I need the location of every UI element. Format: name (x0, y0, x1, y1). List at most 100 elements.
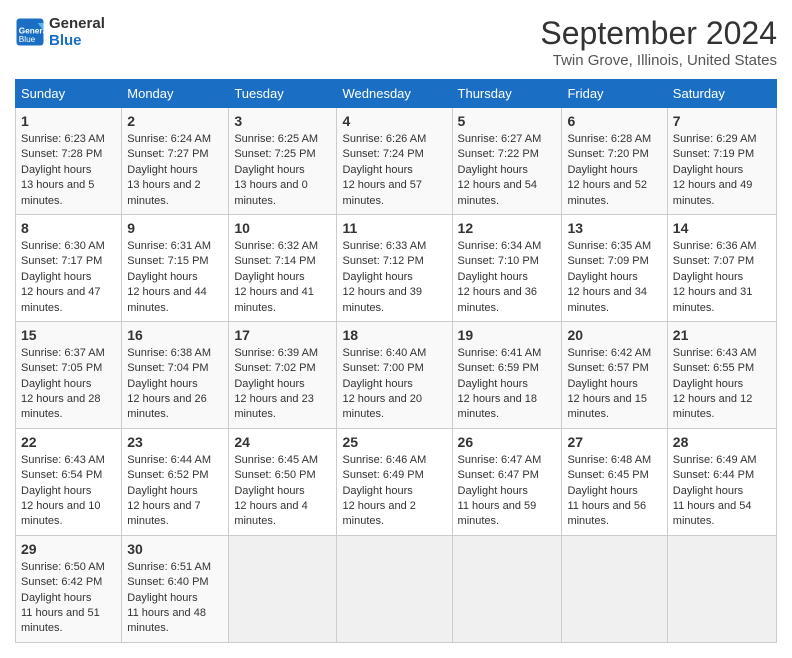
day-info: Sunrise: 6:36 AM Sunset: 7:07 PM Dayligh… (673, 239, 771, 316)
day-number: 4 (342, 113, 446, 129)
day-info: Sunrise: 6:44 AM Sunset: 6:52 PM Dayligh… (127, 453, 223, 530)
logo: General Blue General Blue (15, 15, 105, 49)
day-number: 20 (567, 327, 661, 343)
calendar-cell (337, 535, 452, 642)
day-info: Sunrise: 6:43 AM Sunset: 6:55 PM Dayligh… (673, 346, 771, 423)
day-number: 25 (342, 434, 446, 450)
day-number: 15 (21, 327, 116, 343)
weekday-header-monday: Monday (122, 80, 229, 108)
day-number: 11 (342, 220, 446, 236)
calendar-week-row: 8 Sunrise: 6:30 AM Sunset: 7:17 PM Dayli… (16, 214, 777, 321)
day-info: Sunrise: 6:47 AM Sunset: 6:47 PM Dayligh… (458, 453, 557, 530)
title-area: September 2024 Twin Grove, Illinois, Uni… (540, 15, 777, 69)
day-info: Sunrise: 6:38 AM Sunset: 7:04 PM Dayligh… (127, 346, 223, 423)
day-info: Sunrise: 6:29 AM Sunset: 7:19 PM Dayligh… (673, 132, 771, 209)
calendar-cell: 24 Sunrise: 6:45 AM Sunset: 6:50 PM Dayl… (229, 428, 337, 535)
calendar-cell: 17 Sunrise: 6:39 AM Sunset: 7:02 PM Dayl… (229, 321, 337, 428)
day-info: Sunrise: 6:50 AM Sunset: 6:42 PM Dayligh… (21, 560, 116, 637)
calendar-cell: 4 Sunrise: 6:26 AM Sunset: 7:24 PM Dayli… (337, 108, 452, 215)
calendar-week-row: 29 Sunrise: 6:50 AM Sunset: 6:42 PM Dayl… (16, 535, 777, 642)
day-number: 10 (234, 220, 331, 236)
page-title: September 2024 (540, 15, 777, 52)
calendar-cell: 27 Sunrise: 6:48 AM Sunset: 6:45 PM Dayl… (562, 428, 667, 535)
day-number: 3 (234, 113, 331, 129)
day-number: 23 (127, 434, 223, 450)
page-subtitle: Twin Grove, Illinois, United States (540, 52, 777, 69)
day-number: 22 (21, 434, 116, 450)
calendar-cell: 11 Sunrise: 6:33 AM Sunset: 7:12 PM Dayl… (337, 214, 452, 321)
day-number: 27 (567, 434, 661, 450)
calendar-week-row: 22 Sunrise: 6:43 AM Sunset: 6:54 PM Dayl… (16, 428, 777, 535)
calendar-cell: 21 Sunrise: 6:43 AM Sunset: 6:55 PM Dayl… (667, 321, 776, 428)
day-number: 26 (458, 434, 557, 450)
day-info: Sunrise: 6:30 AM Sunset: 7:17 PM Dayligh… (21, 239, 116, 316)
day-number: 8 (21, 220, 116, 236)
day-info: Sunrise: 6:34 AM Sunset: 7:10 PM Dayligh… (458, 239, 557, 316)
day-info: Sunrise: 6:23 AM Sunset: 7:28 PM Dayligh… (21, 132, 116, 209)
day-number: 19 (458, 327, 557, 343)
day-info: Sunrise: 6:46 AM Sunset: 6:49 PM Dayligh… (342, 453, 446, 530)
calendar-cell: 14 Sunrise: 6:36 AM Sunset: 7:07 PM Dayl… (667, 214, 776, 321)
day-info: Sunrise: 6:25 AM Sunset: 7:25 PM Dayligh… (234, 132, 331, 209)
day-number: 9 (127, 220, 223, 236)
day-number: 6 (567, 113, 661, 129)
calendar-cell: 10 Sunrise: 6:32 AM Sunset: 7:14 PM Dayl… (229, 214, 337, 321)
day-number: 18 (342, 327, 446, 343)
day-info: Sunrise: 6:33 AM Sunset: 7:12 PM Dayligh… (342, 239, 446, 316)
calendar-cell: 16 Sunrise: 6:38 AM Sunset: 7:04 PM Dayl… (122, 321, 229, 428)
day-number: 14 (673, 220, 771, 236)
day-info: Sunrise: 6:43 AM Sunset: 6:54 PM Dayligh… (21, 453, 116, 530)
day-number: 28 (673, 434, 771, 450)
day-info: Sunrise: 6:24 AM Sunset: 7:27 PM Dayligh… (127, 132, 223, 209)
logo-text-general: General (49, 15, 105, 32)
day-info: Sunrise: 6:28 AM Sunset: 7:20 PM Dayligh… (567, 132, 661, 209)
weekday-header-thursday: Thursday (452, 80, 562, 108)
day-number: 21 (673, 327, 771, 343)
calendar-cell: 15 Sunrise: 6:37 AM Sunset: 7:05 PM Dayl… (16, 321, 122, 428)
calendar-cell: 20 Sunrise: 6:42 AM Sunset: 6:57 PM Dayl… (562, 321, 667, 428)
calendar-cell: 2 Sunrise: 6:24 AM Sunset: 7:27 PM Dayli… (122, 108, 229, 215)
calendar-cell: 13 Sunrise: 6:35 AM Sunset: 7:09 PM Dayl… (562, 214, 667, 321)
day-info: Sunrise: 6:45 AM Sunset: 6:50 PM Dayligh… (234, 453, 331, 530)
day-info: Sunrise: 6:37 AM Sunset: 7:05 PM Dayligh… (21, 346, 116, 423)
day-info: Sunrise: 6:27 AM Sunset: 7:22 PM Dayligh… (458, 132, 557, 209)
calendar-cell (452, 535, 562, 642)
day-number: 16 (127, 327, 223, 343)
calendar-cell: 19 Sunrise: 6:41 AM Sunset: 6:59 PM Dayl… (452, 321, 562, 428)
day-number: 1 (21, 113, 116, 129)
calendar-week-row: 15 Sunrise: 6:37 AM Sunset: 7:05 PM Dayl… (16, 321, 777, 428)
calendar-cell: 3 Sunrise: 6:25 AM Sunset: 7:25 PM Dayli… (229, 108, 337, 215)
calendar-cell: 7 Sunrise: 6:29 AM Sunset: 7:19 PM Dayli… (667, 108, 776, 215)
day-number: 29 (21, 541, 116, 557)
day-number: 30 (127, 541, 223, 557)
page-header: General Blue General Blue September 2024… (15, 15, 777, 69)
calendar-cell: 6 Sunrise: 6:28 AM Sunset: 7:20 PM Dayli… (562, 108, 667, 215)
calendar-cell: 23 Sunrise: 6:44 AM Sunset: 6:52 PM Dayl… (122, 428, 229, 535)
calendar-cell: 8 Sunrise: 6:30 AM Sunset: 7:17 PM Dayli… (16, 214, 122, 321)
day-number: 24 (234, 434, 331, 450)
day-info: Sunrise: 6:41 AM Sunset: 6:59 PM Dayligh… (458, 346, 557, 423)
logo-icon: General Blue (15, 17, 45, 47)
calendar-cell (562, 535, 667, 642)
day-info: Sunrise: 6:39 AM Sunset: 7:02 PM Dayligh… (234, 346, 331, 423)
day-info: Sunrise: 6:35 AM Sunset: 7:09 PM Dayligh… (567, 239, 661, 316)
calendar-cell (667, 535, 776, 642)
calendar-header-row: SundayMondayTuesdayWednesdayThursdayFrid… (16, 80, 777, 108)
day-info: Sunrise: 6:31 AM Sunset: 7:15 PM Dayligh… (127, 239, 223, 316)
calendar-cell: 22 Sunrise: 6:43 AM Sunset: 6:54 PM Dayl… (16, 428, 122, 535)
calendar-cell: 9 Sunrise: 6:31 AM Sunset: 7:15 PM Dayli… (122, 214, 229, 321)
day-info: Sunrise: 6:26 AM Sunset: 7:24 PM Dayligh… (342, 132, 446, 209)
day-number: 2 (127, 113, 223, 129)
calendar-cell: 18 Sunrise: 6:40 AM Sunset: 7:00 PM Dayl… (337, 321, 452, 428)
day-info: Sunrise: 6:32 AM Sunset: 7:14 PM Dayligh… (234, 239, 331, 316)
day-info: Sunrise: 6:40 AM Sunset: 7:00 PM Dayligh… (342, 346, 446, 423)
day-info: Sunrise: 6:51 AM Sunset: 6:40 PM Dayligh… (127, 560, 223, 637)
day-info: Sunrise: 6:42 AM Sunset: 6:57 PM Dayligh… (567, 346, 661, 423)
weekday-header-wednesday: Wednesday (337, 80, 452, 108)
day-number: 17 (234, 327, 331, 343)
calendar-cell: 28 Sunrise: 6:49 AM Sunset: 6:44 PM Dayl… (667, 428, 776, 535)
calendar-cell: 29 Sunrise: 6:50 AM Sunset: 6:42 PM Dayl… (16, 535, 122, 642)
calendar-cell: 26 Sunrise: 6:47 AM Sunset: 6:47 PM Dayl… (452, 428, 562, 535)
calendar-week-row: 1 Sunrise: 6:23 AM Sunset: 7:28 PM Dayli… (16, 108, 777, 215)
day-number: 12 (458, 220, 557, 236)
